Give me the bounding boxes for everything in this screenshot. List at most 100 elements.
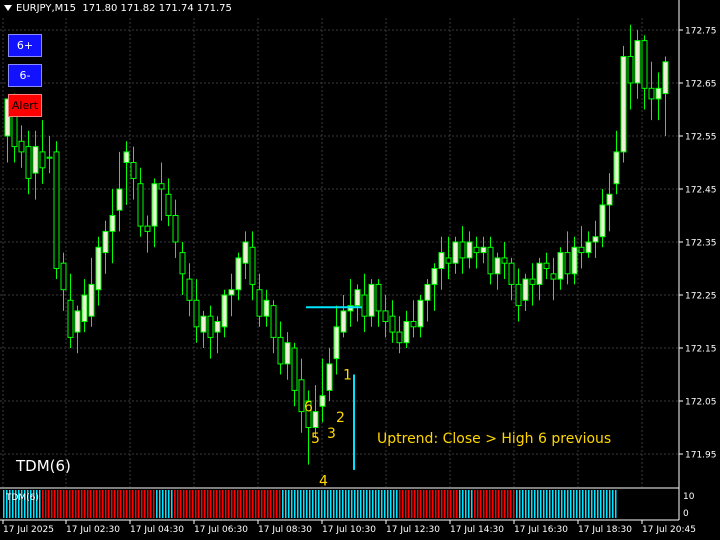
candle-bull[interactable] — [340, 310, 347, 333]
candle-bull[interactable] — [235, 257, 242, 291]
tdm-histogram-bar — [288, 490, 290, 518]
candle-bear[interactable] — [277, 336, 284, 365]
candle-bear[interactable] — [39, 151, 46, 169]
candle-bull[interactable] — [81, 294, 88, 322]
candle-bull[interactable] — [431, 268, 438, 285]
candle-bull[interactable] — [228, 289, 235, 296]
candle-bull[interactable] — [557, 252, 564, 280]
candle-bear[interactable] — [627, 56, 634, 84]
candle-bull[interactable] — [655, 87, 662, 100]
candle-bear[interactable] — [529, 278, 536, 285]
candle-bear[interactable] — [158, 183, 165, 190]
candle-bear[interactable] — [543, 262, 550, 270]
candle-bear[interactable] — [648, 87, 655, 100]
candle-bull[interactable] — [109, 215, 116, 232]
candle-bull[interactable] — [466, 241, 473, 259]
candle-bear[interactable] — [25, 146, 32, 179]
candle-bear[interactable] — [256, 289, 263, 317]
candle-bear[interactable] — [207, 315, 214, 338]
candle-bull[interactable] — [123, 151, 130, 163]
candle-bull[interactable] — [312, 411, 319, 429]
candle-bear[interactable] — [410, 321, 417, 328]
candle-bull[interactable] — [214, 321, 221, 333]
candle-bull[interactable] — [151, 183, 158, 227]
tdm-histogram-bar — [96, 490, 98, 518]
candle-bull[interactable] — [95, 246, 102, 291]
candle-bull[interactable] — [438, 252, 445, 270]
candle-bear[interactable] — [67, 299, 74, 338]
candle-bull[interactable] — [571, 246, 578, 275]
candle-bull[interactable] — [74, 310, 81, 333]
candle-bull[interactable] — [242, 241, 249, 264]
candle-bear[interactable] — [508, 262, 515, 285]
candle-bull[interactable] — [221, 294, 228, 328]
candle-bear[interactable] — [144, 225, 151, 232]
candle-bear[interactable] — [487, 246, 494, 275]
candle-bull[interactable] — [88, 283, 95, 317]
tdm-histogram-bar — [597, 490, 599, 518]
candle-bear[interactable] — [270, 305, 277, 338]
candle-bear[interactable] — [445, 257, 452, 264]
candle-bear[interactable] — [165, 193, 172, 217]
candle-bull[interactable] — [200, 315, 207, 333]
tdm-histogram-bar — [531, 490, 533, 518]
candle-bear[interactable] — [382, 310, 389, 322]
candle-bull[interactable] — [46, 156, 53, 159]
candle-bull[interactable] — [585, 241, 592, 254]
candle-bear[interactable] — [172, 215, 179, 243]
chart-canvas[interactable]: 172.75 172.65 172.55 172.45 172.35 172.25 172.… — [0, 0, 720, 540]
candle-bear[interactable] — [249, 246, 256, 285]
candle-bull[interactable] — [116, 188, 123, 211]
candle-bear[interactable] — [501, 257, 508, 264]
candle-bull[interactable] — [494, 257, 501, 275]
candle-bear[interactable] — [564, 252, 571, 275]
plus-period-button[interactable]: 6+ — [8, 34, 42, 57]
candle-bull[interactable] — [417, 299, 424, 328]
candle-bear[interactable] — [375, 283, 382, 312]
candle-bull[interactable] — [32, 146, 39, 174]
candle-bull[interactable] — [599, 204, 606, 238]
candle-bear[interactable] — [186, 278, 193, 301]
candle-bear[interactable] — [459, 241, 466, 259]
candle-bull[interactable] — [452, 241, 459, 264]
candle-bear[interactable] — [179, 252, 186, 275]
candle-bull[interactable] — [368, 283, 375, 317]
candle-bull[interactable] — [333, 326, 340, 360]
candle-bear[interactable] — [53, 151, 60, 269]
candle-bull[interactable] — [592, 236, 599, 243]
candle-bull[interactable] — [606, 193, 613, 206]
candle-bull[interactable] — [522, 278, 529, 301]
candle-bull[interactable] — [284, 342, 291, 365]
candle-bull[interactable] — [662, 61, 669, 95]
candle-bear[interactable] — [291, 347, 298, 391]
candle-bull[interactable] — [403, 321, 410, 344]
candle-bear[interactable] — [473, 246, 480, 254]
candle-bull[interactable] — [620, 56, 627, 153]
candle-bull[interactable] — [613, 151, 620, 185]
candle-bear[interactable] — [130, 162, 137, 179]
candle-bear[interactable] — [361, 294, 368, 317]
candle-bull[interactable] — [536, 262, 543, 285]
alert-button[interactable]: Alert — [8, 94, 42, 117]
candle-bull[interactable] — [634, 40, 641, 84]
candle-bear[interactable] — [18, 140, 25, 153]
candle-bear[interactable] — [550, 273, 557, 280]
tdm-histogram-bar — [441, 490, 443, 518]
candle-bull[interactable] — [480, 246, 487, 254]
candle-bear[interactable] — [137, 183, 144, 227]
candle-bull[interactable] — [326, 363, 333, 391]
chart-menu-triangle-icon[interactable] — [4, 5, 12, 11]
candle-bull[interactable] — [354, 289, 361, 307]
candle-bear[interactable] — [193, 299, 200, 328]
candle-bear[interactable] — [389, 315, 396, 333]
candle-bear[interactable] — [60, 262, 67, 291]
candle-bull[interactable] — [319, 395, 326, 407]
candle-bear[interactable] — [396, 331, 403, 344]
candle-bull[interactable] — [263, 299, 270, 317]
candle-bear[interactable] — [641, 40, 648, 89]
candle-bull[interactable] — [424, 283, 431, 301]
candle-bull[interactable] — [102, 230, 109, 254]
candle-bear[interactable] — [515, 283, 522, 307]
candle-bear[interactable] — [578, 246, 585, 254]
minus-period-button[interactable]: 6- — [8, 64, 42, 87]
